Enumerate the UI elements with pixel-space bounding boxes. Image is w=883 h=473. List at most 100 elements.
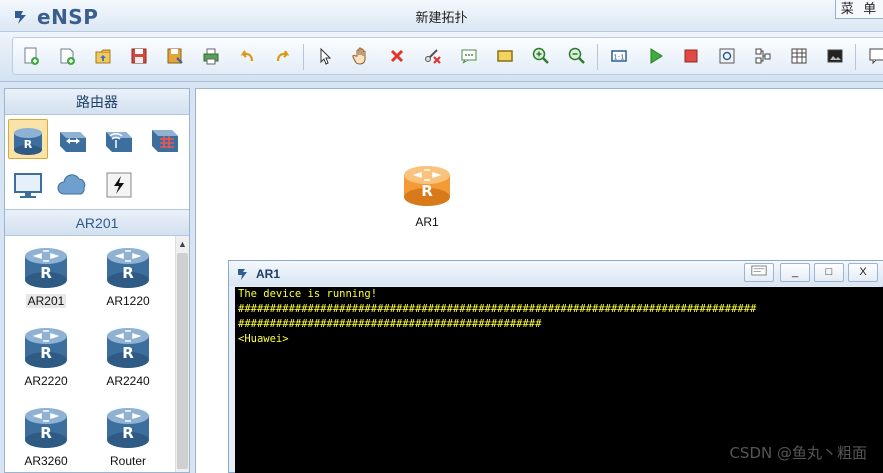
toolbar-separator: [597, 44, 598, 70]
hand-pan-button[interactable]: [346, 41, 376, 71]
zoom-in-button[interactable]: [526, 41, 556, 71]
text-annotation-icon: [461, 49, 477, 64]
svg-text:1:1: 1:1: [613, 54, 624, 62]
rectangle-icon: [497, 50, 513, 62]
new-example-button[interactable]: [52, 41, 82, 71]
toolbar-separator: [855, 44, 856, 70]
scroll-thumb[interactable]: [177, 253, 188, 469]
capture-data-button[interactable]: [712, 41, 742, 71]
category-pc[interactable]: [8, 165, 48, 205]
topology-icon: [755, 48, 771, 64]
pc-category-icon: [14, 173, 42, 198]
delete-button[interactable]: [382, 41, 412, 71]
window-title: 新建拓扑: [415, 10, 468, 25]
category-section-title: 路由器: [5, 89, 189, 115]
category-grid: R: [5, 115, 189, 210]
node-label: AR1: [415, 215, 439, 229]
device-ar201[interactable]: R AR201: [5, 242, 87, 320]
ensp-logo-icon: [238, 269, 247, 280]
device-label: Router: [109, 454, 147, 468]
redo-button[interactable]: [268, 41, 298, 71]
rectangle-annotation-button[interactable]: [490, 41, 520, 71]
category-router[interactable]: R: [8, 119, 48, 159]
save-button[interactable]: [124, 41, 154, 71]
hand-icon: [352, 47, 366, 65]
console-settings-button[interactable]: [744, 263, 774, 282]
svg-text:R: R: [40, 264, 52, 282]
category-link[interactable]: [99, 165, 139, 205]
device-ar2220[interactable]: R AR2220: [5, 322, 87, 400]
device-ar3260[interactable]: R AR3260: [5, 402, 87, 472]
terminal-line: The device is running!: [238, 288, 378, 300]
save-as-button[interactable]: [160, 41, 190, 71]
grid-view-button[interactable]: [784, 41, 814, 71]
device-list-scrollbar[interactable]: ▲: [175, 236, 189, 472]
capture-icon: [719, 48, 735, 64]
zoom-out-button[interactable]: [562, 41, 592, 71]
console-minimize-button[interactable]: _: [780, 263, 810, 282]
svg-text:R: R: [40, 344, 52, 362]
category-switch[interactable]: [53, 119, 93, 159]
device-section-title: AR201: [5, 210, 189, 236]
device-label: AR1220: [106, 294, 150, 308]
stop-icon: [684, 49, 698, 63]
router-icon: R: [107, 408, 149, 448]
toolbar: 1:1: [0, 32, 883, 82]
pointer-icon: [320, 47, 332, 65]
device-ar1220[interactable]: R AR1220: [87, 242, 169, 320]
device-router[interactable]: R Router: [87, 402, 169, 472]
topology-node-ar1[interactable]: R AR1: [401, 161, 453, 229]
device-panel: 路由器 R AR201 R AR201 R AR1220 R AR2220 R …: [4, 88, 190, 473]
zoom-out-icon: [568, 47, 585, 64]
print-icon: [203, 48, 219, 65]
scroll-up-arrow-icon[interactable]: ▲: [176, 236, 189, 252]
new-example-icon: [60, 48, 75, 65]
console-maximize-button[interactable]: □: [814, 263, 844, 282]
svg-text:R: R: [24, 138, 33, 151]
device-list: R AR201 R AR1220 R AR2220 R AR2240 R AR3…: [5, 236, 189, 472]
text-annotation-button[interactable]: [454, 41, 484, 71]
terminal-line: ########################################…: [238, 318, 542, 330]
svg-text:R: R: [122, 344, 134, 362]
terminal-prompt: <Huawei>: [238, 333, 289, 345]
category-wireless[interactable]: [99, 119, 139, 159]
print-button[interactable]: [196, 41, 226, 71]
new-topology-button[interactable]: [16, 41, 46, 71]
delete-icon: [390, 49, 404, 63]
device-label: AR2220: [24, 374, 68, 388]
console-close-button[interactable]: X: [848, 263, 878, 282]
play-icon: [650, 48, 663, 64]
toolbar-strip: 1:1: [12, 37, 883, 75]
device-ar2240[interactable]: R AR2240: [87, 322, 169, 400]
settings-icon: [751, 265, 767, 276]
fit-view-icon: 1:1: [611, 50, 627, 62]
switch-category-icon: [60, 132, 86, 152]
toolbar-separator: [303, 44, 304, 70]
select-button[interactable]: [310, 41, 340, 71]
category-firewall[interactable]: [145, 119, 185, 159]
screenshot-button[interactable]: [820, 41, 850, 71]
delete-link-icon: [425, 49, 441, 64]
watermark: CSDN @鱼丸丶粗面: [729, 444, 867, 462]
cloud-category-icon: [57, 174, 86, 195]
router-icon: R: [107, 248, 149, 288]
undo-button[interactable]: [232, 41, 262, 71]
new-topology-icon: [24, 47, 39, 65]
screenshot-icon: [827, 49, 843, 63]
open-button[interactable]: [88, 41, 118, 71]
stop-device-button[interactable]: [676, 41, 706, 71]
chat-icon: [869, 48, 883, 65]
chat-button[interactable]: [862, 41, 883, 71]
fit-view-button[interactable]: 1:1: [604, 41, 634, 71]
menu-button[interactable]: 菜 单: [835, 0, 883, 19]
link-category-icon: [106, 172, 132, 198]
delete-link-button[interactable]: [418, 41, 448, 71]
grid-icon: [791, 48, 807, 64]
wireless-category-icon: [106, 132, 132, 152]
router-icon: R: [25, 248, 67, 288]
svg-text:R: R: [40, 424, 52, 442]
category-cloud[interactable]: [53, 165, 93, 205]
start-device-button[interactable]: [640, 41, 670, 71]
console-title-bar[interactable]: AR1 _ □ X: [229, 261, 883, 286]
topology-view-button[interactable]: [748, 41, 778, 71]
